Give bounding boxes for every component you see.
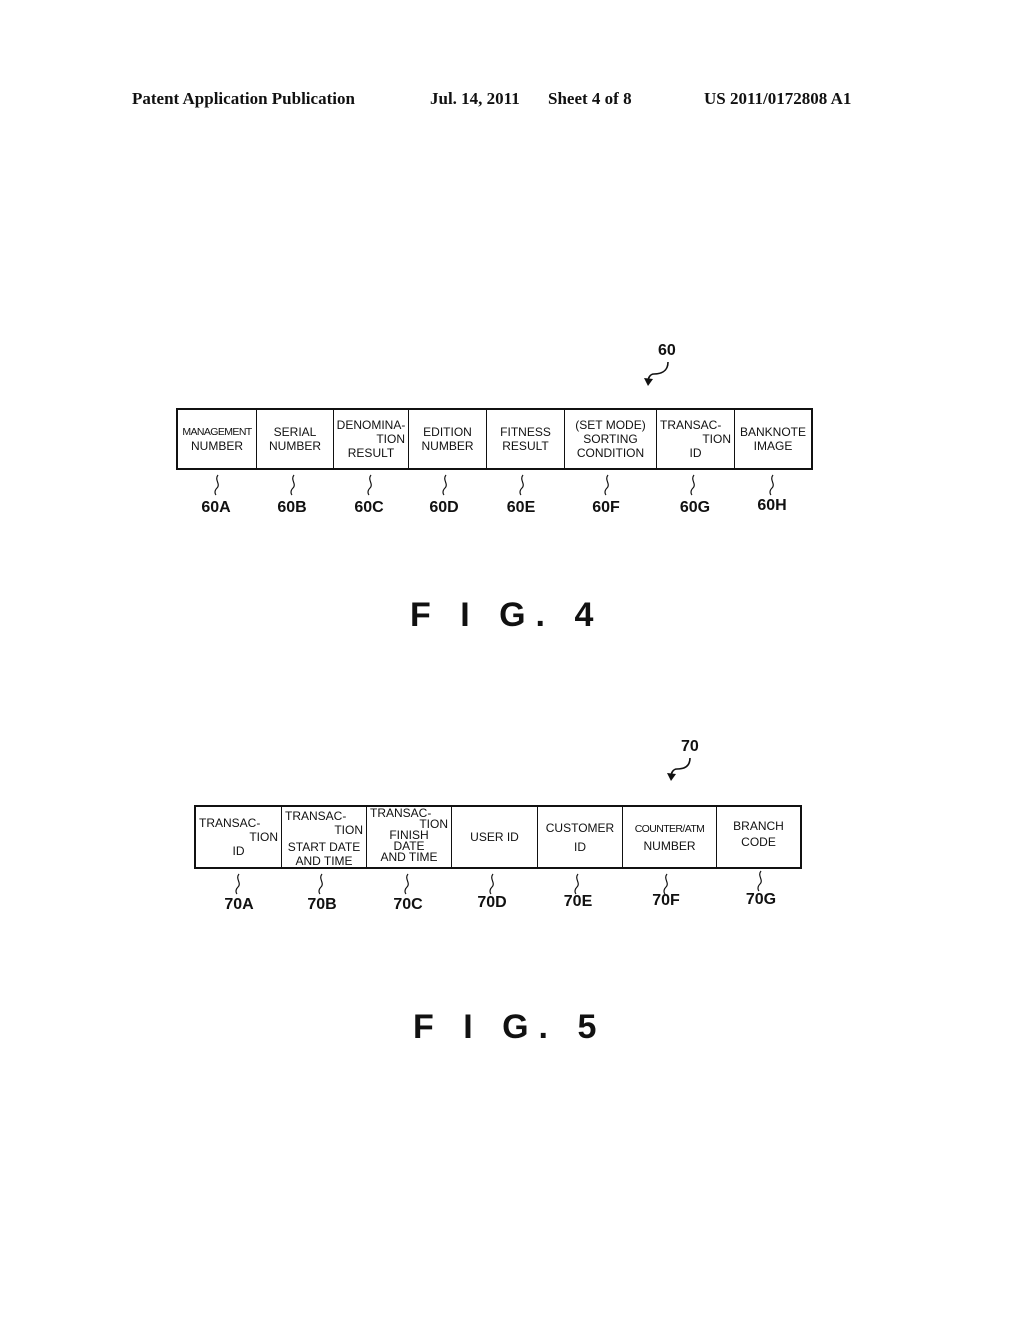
field-label-line: ID [574, 839, 586, 854]
field-label-line: TION [334, 823, 363, 837]
field-label-line: BANKNOTE [739, 425, 806, 439]
field-ref-label: 60F [592, 499, 620, 516]
leader-line-icon [404, 873, 409, 895]
field-ref-label: 60E [506, 499, 536, 516]
field-ref-label: 70A [224, 896, 254, 913]
field-label-line: RESULT [347, 446, 395, 460]
field-ref-label: 70G [745, 891, 777, 908]
field-label-line: IMAGE [753, 439, 793, 453]
field-label-line: START DATE [287, 840, 361, 854]
field-branch-code: BRANCH CODE [717, 807, 800, 867]
leader-line-icon [769, 474, 774, 496]
fig4-caption: F I G. 4 [410, 596, 604, 634]
publication-label: Patent Application Publication [132, 89, 355, 108]
fig5-reference-number: 70 [681, 738, 699, 755]
field-label-line: ID [232, 844, 245, 858]
patent-number: US 2011/0172808 A1 [704, 89, 852, 108]
fig5-leader-arrow-icon [667, 757, 691, 781]
field-label-line: ID [689, 446, 702, 460]
field-transaction-id: TRANSAC- TION ID [196, 807, 282, 867]
field-ref-label: 70D [477, 894, 507, 911]
field-ref-label: 60A [201, 499, 231, 516]
field-label-line: TION [376, 432, 405, 446]
field-counter-atm-number: COUNTER/ATM NUMBER [623, 807, 717, 867]
field-label-line: NUMBER [190, 439, 243, 453]
leader-line-icon [604, 474, 609, 496]
field-label-line: NUMBER [643, 838, 696, 853]
field-label-line: DENOMINA- [336, 418, 406, 432]
leader-line-icon [690, 474, 695, 496]
fig5-record-format: TRANSAC- TION ID TRANSAC- TION START DAT… [194, 805, 802, 869]
field-label-line: TRANSAC- [660, 418, 722, 432]
field-label-line: NUMBER [268, 439, 321, 453]
fig4-reference-number: 60 [658, 342, 676, 359]
field-label-line: TION [702, 432, 731, 446]
leader-line-icon [757, 870, 762, 892]
field-fitness-result: FITNESS RESULT [487, 410, 565, 468]
leader-line-icon [290, 474, 295, 496]
field-transaction-start-date-time: TRANSAC- TION START DATE AND TIME [282, 807, 367, 868]
field-management-number: MANAGEMENT NUMBER [178, 410, 257, 468]
field-label-line: BRANCH [733, 819, 784, 833]
field-denomination-result: DENOMINA- TION RESULT [334, 410, 409, 468]
field-ref-label: 60G [679, 499, 711, 516]
field-label-line: SORTING [583, 432, 638, 446]
field-banknote-image: BANKNOTE IMAGE [735, 410, 811, 468]
fig5-caption: F I G. 5 [413, 1008, 607, 1046]
field-ref-label: 60D [429, 499, 459, 516]
field-ref-label: 60B [277, 499, 307, 516]
field-label-line: CODE [741, 835, 776, 849]
sheet-number: Sheet 4 of 8 [548, 89, 632, 108]
leader-line-icon [214, 474, 219, 496]
field-serial-number: SERIAL NUMBER [257, 410, 334, 468]
fig4-leader-arrow-icon [644, 361, 669, 386]
field-transaction-id: TRANSAC- TION ID [657, 410, 735, 468]
field-label-line: TRANSAC- [285, 809, 347, 823]
field-label-line: AND TIME [295, 854, 353, 868]
field-label-line: SERIAL [273, 425, 317, 439]
field-user-id: USER ID [452, 807, 538, 867]
field-ref-label: 70C [393, 896, 423, 913]
field-edition-number: EDITION NUMBER [409, 410, 487, 468]
leader-line-icon [519, 474, 524, 496]
field-label-line: USER ID [470, 830, 519, 844]
field-customer-id: CUSTOMER ID [538, 807, 623, 867]
field-label-line: CONDITION [576, 446, 645, 460]
field-sorting-condition: (SET MODE) SORTING CONDITION [565, 410, 657, 468]
publication-date: Jul. 14, 2011 [430, 89, 520, 108]
leader-line-icon [367, 474, 372, 496]
field-label-line: (SET MODE) [575, 418, 646, 432]
field-label-line: EDITION [423, 425, 472, 439]
field-ref-label: 70E [563, 893, 593, 910]
leader-line-icon [318, 873, 323, 895]
leader-line-icon [442, 474, 447, 496]
field-transaction-finish-date-time: TRANSAC- TION FINISH DATE AND TIME [367, 807, 452, 867]
field-label-line: NUMBER [421, 439, 474, 453]
field-label-line: COUNTER/ATM [634, 822, 705, 835]
fig4-record-format: MANAGEMENT NUMBER SERIAL NUMBER DENOMINA… [176, 408, 813, 470]
field-ref-label: 70F [652, 892, 680, 909]
field-label-line: TRANSAC- [199, 816, 261, 830]
field-label-line: RESULT [502, 439, 549, 453]
field-ref-label: 60H [757, 497, 787, 514]
field-label-line: MANAGEMENT [182, 426, 252, 438]
field-ref-label: 60C [354, 499, 384, 516]
field-ref-label: 70B [307, 896, 337, 913]
field-label-line: FITNESS [500, 425, 551, 439]
leader-line-icon [235, 873, 240, 895]
field-label-line: AND TIME [380, 850, 438, 864]
field-label-line: CUSTOMER [545, 820, 615, 835]
field-label-line: TION [249, 830, 278, 844]
leader-line-icon [574, 873, 579, 895]
leader-line-icon [489, 873, 494, 895]
